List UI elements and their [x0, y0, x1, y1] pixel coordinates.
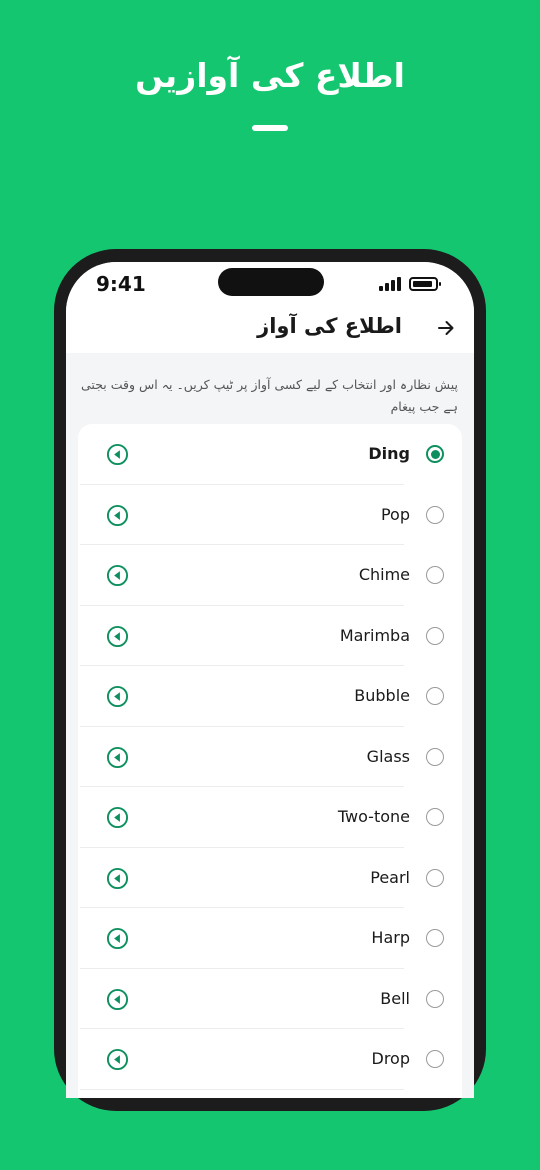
sound-label: Harp — [371, 928, 410, 947]
sound-radio[interactable] — [426, 687, 444, 705]
sound-label: Chime — [358, 565, 410, 584]
play-preview-icon[interactable] — [106, 927, 129, 950]
sound-row-pearl[interactable]: Pearl — [78, 848, 462, 908]
sound-radio[interactable] — [426, 445, 444, 463]
sound-radio[interactable] — [426, 566, 444, 584]
play-preview-icon[interactable] — [106, 806, 129, 829]
sound-label: Marimba — [339, 625, 410, 645]
sound-radio[interactable] — [426, 747, 444, 766]
sound-radio[interactable] — [426, 929, 444, 947]
sound-radio[interactable] — [426, 505, 444, 524]
play-preview-icon[interactable] — [106, 867, 129, 890]
sound-row-bell[interactable]: Bell — [78, 969, 462, 1029]
row-divider — [80, 1088, 404, 1090]
sound-label: Ding — [368, 444, 410, 463]
play-preview-icon[interactable] — [106, 564, 129, 587]
sound-list: Ding Pop Chime Marimba Bubble Glass Two-tone Pe… — [78, 424, 462, 1098]
phone-frame: 9:41 اطلاع کی آواز پیش نظارہ اور انتخاب … — [54, 249, 486, 1111]
sound-radio[interactable] — [426, 1050, 444, 1068]
phone-screen: 9:41 اطلاع کی آواز پیش نظارہ اور انتخاب … — [66, 262, 474, 1098]
sound-row-marimba[interactable]: Marimba — [78, 606, 462, 666]
play-preview-icon[interactable] — [106, 625, 129, 648]
signal-icon — [379, 277, 401, 291]
sound-row-ding[interactable]: Ding — [78, 424, 462, 485]
play-preview-icon[interactable] — [106, 1048, 129, 1071]
sound-row-drop[interactable]: Drop — [78, 1029, 462, 1090]
sound-label: Drop — [371, 1049, 411, 1068]
promo-underline — [252, 125, 288, 131]
play-preview-icon[interactable] — [106, 504, 129, 527]
sound-radio[interactable] — [426, 989, 444, 1008]
sound-row-pop[interactable]: Pop — [78, 485, 462, 545]
sound-label: Two-tone — [337, 807, 410, 826]
sound-label: Bubble — [354, 686, 410, 705]
sound-radio[interactable] — [426, 868, 444, 887]
dynamic-island — [218, 268, 324, 296]
sound-label: Bell — [380, 988, 410, 1008]
app-header: اطلاع کی آواز — [66, 306, 474, 353]
sound-row-glass[interactable]: Glass — [78, 727, 462, 787]
play-preview-icon[interactable] — [106, 746, 129, 769]
arrow-right-icon[interactable] — [436, 318, 456, 338]
sound-row-two-tone[interactable]: Two-tone — [78, 787, 462, 848]
sound-label: Pearl — [370, 867, 410, 887]
status-bar: 9:41 — [66, 262, 474, 306]
description-text: پیش نظارہ اور انتخاب کے لیے کسی آواز پر … — [81, 377, 458, 414]
play-preview-icon[interactable] — [106, 988, 129, 1011]
page-title: اطلاع کی آواز — [257, 314, 402, 338]
sound-radio[interactable] — [426, 808, 444, 826]
sound-radio[interactable] — [426, 626, 444, 645]
status-time: 9:41 — [96, 272, 146, 296]
play-preview-icon[interactable] — [106, 685, 129, 708]
battery-icon — [409, 277, 441, 291]
sound-row-bubble[interactable]: Bubble — [78, 666, 462, 727]
promo-title: اطلاع کی آوازیں — [135, 56, 405, 95]
play-preview-icon[interactable] — [106, 443, 129, 466]
sound-row-harp[interactable]: Harp — [78, 908, 462, 969]
sound-label: Glass — [366, 746, 410, 766]
sound-label: Pop — [380, 504, 410, 524]
sound-row-chime[interactable]: Chime — [78, 545, 462, 606]
